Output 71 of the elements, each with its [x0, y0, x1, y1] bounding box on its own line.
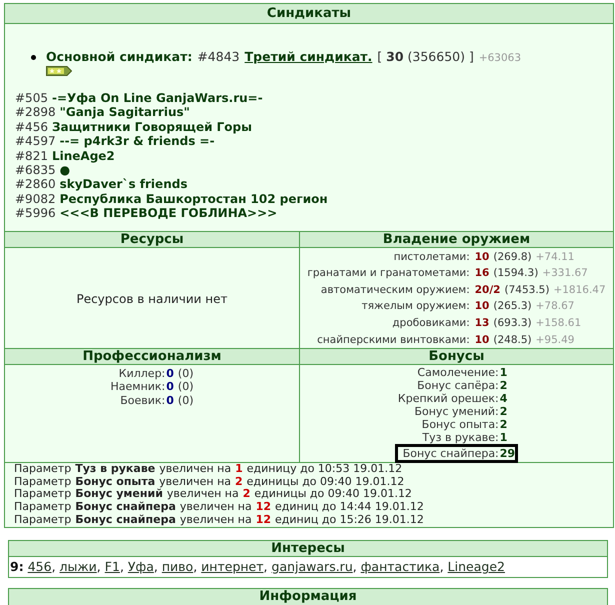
empty-resources-text: Ресурсов в наличии нет [76, 292, 228, 306]
log-entry: Параметр Туз в рукаве увеличен на 1 единицу до 10:53 19.01.12 [14, 463, 402, 476]
section-header: Бонусы [300, 348, 614, 365]
section-header: Ресурсы [4, 231, 300, 248]
bonus-name: Бонус снайпера: [402, 447, 499, 460]
interest-link[interactable]: пиво [162, 559, 194, 574]
syndicate-entry: #456 Защитники Говорящей Горы [15, 120, 252, 134]
section-header: Информация [8, 588, 608, 605]
bonus-value: 29 [500, 447, 516, 460]
syndicate-stats: [ 30 (356650) ] [377, 49, 474, 64]
weapon-name: тяжелым оружием: [362, 299, 470, 314]
weapon-name: снайперскими винтовками: [317, 332, 470, 348]
syndicate-entry: #6835 ● [15, 163, 70, 178]
interest-link[interactable]: 456 [28, 559, 52, 574]
profession-name: Наемник: [110, 380, 166, 394]
interest-link[interactable]: Уфа [128, 559, 154, 574]
main-syndicate-label: Основной синдикат: [46, 49, 192, 64]
syndicate-entry: #4597 --= p4rk3r & friends =- [15, 134, 215, 149]
syndicate-entry: #2860 skyDaver`s friends [15, 177, 188, 192]
interests-text: 9: 456, лыжи, F1, Уфа, пиво, интернет, ganjawars.ru, фантастика, Lineage2 [10, 558, 505, 576]
syndicate-gain: +63063 [478, 51, 522, 66]
log-entry: Параметр Бонус опыта увеличен на 2 единицы до 09:40 19.01.12 [14, 476, 404, 488]
bonus-value: 2 [500, 418, 508, 432]
bonus-name: Туз в рукаве: [422, 431, 499, 444]
bonus-name: Бонус умений: [414, 405, 499, 418]
bonus-value: 2 [500, 405, 508, 418]
bonus-value: 4 [500, 392, 508, 406]
syndicate-number: #4843 [197, 49, 240, 64]
interest-link[interactable]: лыжи [60, 559, 97, 574]
section-header: Интересы [8, 540, 608, 557]
syndicate-entry: #2898 "Ganja Sagitarrius" [15, 105, 190, 120]
bonus-name: Крепкий орешек: [398, 392, 499, 406]
weapon-skill-value: 13 (693.3) +158.61 [474, 316, 582, 332]
rank-badge-icon [46, 66, 72, 76]
bonus-name: Самолечение: [417, 366, 499, 380]
interest-link[interactable]: фантастика [360, 559, 440, 574]
section-header: Владение оружием [300, 231, 614, 248]
profession-name: Киллер: [118, 367, 166, 380]
weapon-skill-value: 20/2 (7453.5) +1816.47 [474, 282, 606, 298]
weapon-name: дробовиками: [392, 316, 470, 332]
weapon-name: гранатами и гранатометами: [307, 266, 470, 282]
syndicate-entry: #9082 Республика Башкортостан 102 регион [15, 192, 328, 206]
weapon-name: пистолетами: [394, 250, 470, 265]
interest-link[interactable]: ganjawars.ru [272, 559, 353, 574]
profession-value: 0 (0) [166, 380, 194, 394]
weapon-name: автоматическим оружием: [320, 282, 470, 298]
bonus-name: Бонус сапёра: [417, 379, 499, 392]
profession-value: 0 (0) [166, 367, 194, 380]
interest-link[interactable]: F1 [104, 559, 120, 574]
profession-value: 0 (0) [166, 394, 194, 407]
syndicate-link[interactable]: Третий синдикат. [244, 49, 372, 64]
bullet-icon [31, 55, 36, 60]
syndicate-entry: #505 -=Уфа On Line GanjaWars.ru=- [15, 91, 263, 106]
syndicate-entry: #5996 <<<В ПЕРЕВОДЕ ГОБЛИНА>>> [15, 206, 278, 221]
bonus-value: 2 [500, 379, 508, 392]
section-header: Синдикаты [4, 4, 614, 24]
interest-link[interactable]: интернет [201, 559, 264, 574]
bonus-value: 1 [500, 366, 508, 380]
weapon-skill-value: 10 (265.3) +78.67 [474, 299, 574, 314]
interest-link[interactable]: Lineage2 [448, 559, 505, 574]
weapon-skill-value: 16 (1594.3) +331.67 [474, 266, 588, 282]
weapon-skill-value: 10 (269.8) +74.11 [474, 250, 574, 265]
bonus-value: 1 [500, 431, 508, 444]
log-entry: Параметр Бонус снайпера увеличен на 12 единиц до 15:26 19.01.12 [14, 514, 424, 526]
section-header: Профессионализм [4, 348, 300, 365]
weapon-skill-value: 10 (248.5) +95.49 [474, 332, 574, 348]
syndicate-entry: #821 LineAge2 [15, 148, 115, 164]
log-entry: Параметр Бонус умений увеличен на 2 единицы до 09:40 19.01.12 [14, 488, 412, 501]
bonus-name: Бонус опыта: [422, 418, 499, 432]
profession-name: Боевик: [120, 394, 166, 407]
log-entry: Параметр Бонус снайпера увеличен на 12 единиц до 14:44 19.01.12 [14, 501, 424, 514]
